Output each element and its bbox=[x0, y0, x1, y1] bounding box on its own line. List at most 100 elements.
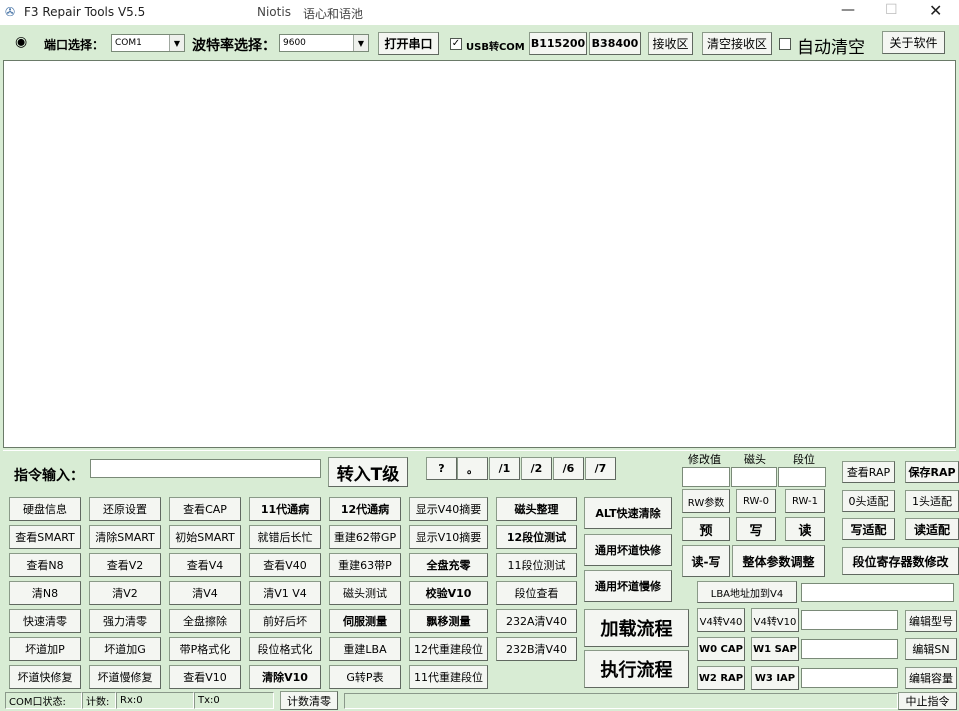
grid-button[interactable]: 快速清零 bbox=[9, 609, 81, 633]
save-rap-button[interactable]: 保存RAP bbox=[905, 461, 959, 483]
read-adapt-button[interactable]: 读适配 bbox=[905, 518, 959, 540]
radio-icon[interactable]: ◉ bbox=[15, 34, 27, 50]
grid-button[interactable]: 12代通病 bbox=[329, 497, 401, 521]
grid-button[interactable]: 伺服测量 bbox=[329, 609, 401, 633]
sn-input[interactable] bbox=[801, 639, 898, 659]
slow-repair-button[interactable]: 通用坏道慢修 bbox=[584, 570, 672, 602]
grid-button[interactable]: 清除SMART bbox=[89, 525, 161, 549]
b115200-button[interactable]: B115200 bbox=[529, 32, 587, 55]
edit-capacity-button[interactable]: 编辑容量 bbox=[905, 667, 957, 689]
grid-button[interactable]: 查看SMART bbox=[9, 525, 81, 549]
grid-button[interactable]: 查看V40 bbox=[249, 553, 321, 577]
grid-button[interactable]: 清V2 bbox=[89, 581, 161, 605]
grid-button[interactable]: 查看N8 bbox=[9, 553, 81, 577]
maximize-icon[interactable]: ☐ bbox=[885, 2, 898, 18]
head-input[interactable] bbox=[731, 467, 777, 487]
grid-button[interactable]: 坏道快修复 bbox=[9, 665, 81, 689]
edit-sn-button[interactable]: 编辑SN bbox=[905, 638, 957, 660]
capacity-input[interactable] bbox=[801, 668, 898, 688]
edit-model-button[interactable]: 编辑型号 bbox=[905, 610, 957, 632]
grid-button[interactable]: 校验V10 bbox=[409, 581, 488, 605]
open-port-button[interactable]: 打开串口 bbox=[378, 32, 439, 55]
mod-value-input[interactable] bbox=[682, 467, 730, 487]
cmd-input[interactable] bbox=[90, 459, 321, 478]
auto-clear-checkbox[interactable] bbox=[779, 38, 791, 50]
grid-button[interactable]: 坏道慢修复 bbox=[89, 665, 161, 689]
seg-input[interactable] bbox=[778, 467, 826, 487]
grid-button[interactable]: 全盘擦除 bbox=[169, 609, 241, 633]
head0-adapt-button[interactable]: 0头适配 bbox=[842, 490, 895, 512]
grid-button[interactable]: G转P表 bbox=[329, 665, 401, 689]
grid-button[interactable]: 强力清零 bbox=[89, 609, 161, 633]
grid-button[interactable]: 段位查看 bbox=[496, 581, 577, 605]
w3-iap-button[interactable]: W3 IAP bbox=[751, 666, 799, 690]
grid-button[interactable]: 显示V10摘要 bbox=[409, 525, 488, 549]
grid-button[interactable]: 查看V4 bbox=[169, 553, 241, 577]
receive-textarea[interactable] bbox=[3, 60, 956, 448]
grid-button[interactable]: 查看V2 bbox=[89, 553, 161, 577]
grid-button[interactable]: 坏道加P bbox=[9, 637, 81, 661]
minimize-icon[interactable]: — bbox=[841, 2, 855, 18]
model-input[interactable] bbox=[801, 610, 898, 630]
lba-to-v4-button[interactable]: LBA地址加到V4 bbox=[697, 581, 797, 603]
pre-button[interactable]: 预 bbox=[682, 517, 730, 541]
clear-receive-button[interactable]: 清空接收区 bbox=[702, 32, 772, 55]
v4-to-v10-button[interactable]: V4转V10 bbox=[751, 608, 799, 632]
grid-button[interactable]: 重建LBA bbox=[329, 637, 401, 661]
grid-button[interactable]: 磁头测试 bbox=[329, 581, 401, 605]
usb-com-checkbox[interactable]: ✓ bbox=[450, 38, 462, 50]
count-reset-button[interactable]: 计数清零 bbox=[280, 691, 338, 710]
grid-button[interactable]: 初始SMART bbox=[169, 525, 241, 549]
w0-cap-button[interactable]: W0 CAP bbox=[697, 637, 745, 661]
alt-fast-clear-button[interactable]: ALT快速清除 bbox=[584, 497, 672, 529]
grid-button[interactable]: 232A清V40 bbox=[496, 609, 577, 633]
write-adapt-button[interactable]: 写适配 bbox=[842, 518, 895, 540]
rw1-button[interactable]: RW-1 bbox=[785, 489, 825, 513]
grid-button[interactable]: 段位格式化 bbox=[249, 637, 321, 661]
slash1-button[interactable]: /1 bbox=[489, 457, 520, 480]
grid-button[interactable]: 坏道加G bbox=[89, 637, 161, 661]
to-t-level-button[interactable]: 转入T级 bbox=[328, 457, 408, 487]
w1-sap-button[interactable]: W1 SAP bbox=[751, 637, 799, 661]
grid-button[interactable]: 磁头整理 bbox=[496, 497, 577, 521]
grid-button[interactable]: 就错后长忙 bbox=[249, 525, 321, 549]
overall-adjust-button[interactable]: 整体参数调整 bbox=[732, 545, 825, 577]
grid-button[interactable]: 还原设置 bbox=[89, 497, 161, 521]
exec-flow-button[interactable]: 执行流程 bbox=[584, 650, 689, 688]
baud-select[interactable]: 9600 ▼ bbox=[279, 34, 369, 52]
grid-button[interactable]: 前好后坏 bbox=[249, 609, 321, 633]
grid-button[interactable]: 重建62带GP bbox=[329, 525, 401, 549]
write-button[interactable]: 写 bbox=[736, 517, 776, 541]
grid-button[interactable]: 飘移测量 bbox=[409, 609, 488, 633]
grid-button[interactable]: 重建63带P bbox=[329, 553, 401, 577]
grid-button[interactable]: 清V4 bbox=[169, 581, 241, 605]
grid-button[interactable]: 查看CAP bbox=[169, 497, 241, 521]
grid-button[interactable]: 带P格式化 bbox=[169, 637, 241, 661]
grid-button[interactable]: 硬盘信息 bbox=[9, 497, 81, 521]
dot-button[interactable]: 。 bbox=[457, 457, 488, 480]
grid-button[interactable]: 12代重建段位 bbox=[409, 637, 488, 661]
grid-button[interactable]: 清除V10 bbox=[249, 665, 321, 689]
slash6-button[interactable]: /6 bbox=[553, 457, 584, 480]
about-button[interactable]: 关于软件 bbox=[882, 31, 945, 54]
grid-button[interactable]: 11段位测试 bbox=[496, 553, 577, 577]
grid-button[interactable]: 11代重建段位 bbox=[409, 665, 488, 689]
grid-button[interactable]: 12段位测试 bbox=[496, 525, 577, 549]
close-icon[interactable]: ✕ bbox=[929, 1, 942, 20]
stop-command-button[interactable]: 中止指令 bbox=[898, 692, 957, 710]
grid-button[interactable]: 清N8 bbox=[9, 581, 81, 605]
read-button[interactable]: 读 bbox=[785, 517, 825, 541]
view-rap-button[interactable]: 查看RAP bbox=[842, 461, 895, 483]
question-button[interactable]: ? bbox=[426, 457, 457, 480]
grid-button[interactable]: 查看V10 bbox=[169, 665, 241, 689]
receive-area-button[interactable]: 接收区 bbox=[648, 32, 693, 55]
lba-input[interactable] bbox=[801, 583, 954, 602]
w2-rap-button[interactable]: W2 RAP bbox=[697, 666, 745, 690]
read-write-button[interactable]: 读-写 bbox=[682, 545, 730, 577]
b38400-button[interactable]: B38400 bbox=[589, 32, 641, 55]
grid-button[interactable]: 清V1 V4 bbox=[249, 581, 321, 605]
port-select[interactable]: COM1 ▼ bbox=[111, 34, 185, 52]
grid-button[interactable]: 11代通病 bbox=[249, 497, 321, 521]
grid-button[interactable]: 232B清V40 bbox=[496, 637, 577, 661]
grid-button[interactable]: 显示V40摘要 bbox=[409, 497, 488, 521]
